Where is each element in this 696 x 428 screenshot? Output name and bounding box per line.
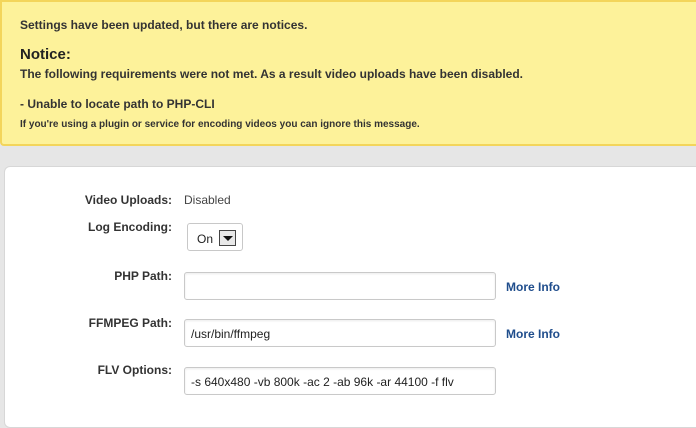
ffmpeg-path-input[interactable] — [184, 319, 496, 347]
php-path-more-info-link[interactable]: More Info — [506, 280, 560, 294]
video-uploads-value: Disabled — [184, 193, 231, 207]
log-encoding-selected-value: On — [197, 232, 214, 246]
notice-hint: If you're using a plugin or service for … — [20, 119, 420, 130]
chevron-down-icon[interactable] — [219, 230, 236, 246]
notice-item: - Unable to locate path to PHP-CLI — [20, 97, 215, 111]
notice-title: Notice: — [20, 46, 71, 63]
notice-box: Settings have been updated, but there ar… — [0, 0, 696, 146]
ffmpeg-path-more-info-link[interactable]: More Info — [506, 327, 560, 341]
log-encoding-label: Log Encoding: — [88, 220, 172, 234]
log-encoding-select[interactable]: On — [187, 223, 243, 251]
php-path-input[interactable] — [184, 272, 496, 300]
notice-summary: Settings have been updated, but there ar… — [20, 18, 308, 32]
php-path-label: PHP Path: — [114, 269, 172, 283]
flv-options-label: FLV Options: — [97, 363, 172, 377]
video-uploads-label: Video Uploads: — [84, 193, 172, 207]
ffmpeg-path-label: FFMPEG Path: — [88, 316, 172, 330]
flv-options-input[interactable] — [184, 367, 496, 395]
notice-requirements: The following requirements were not met.… — [20, 67, 523, 81]
